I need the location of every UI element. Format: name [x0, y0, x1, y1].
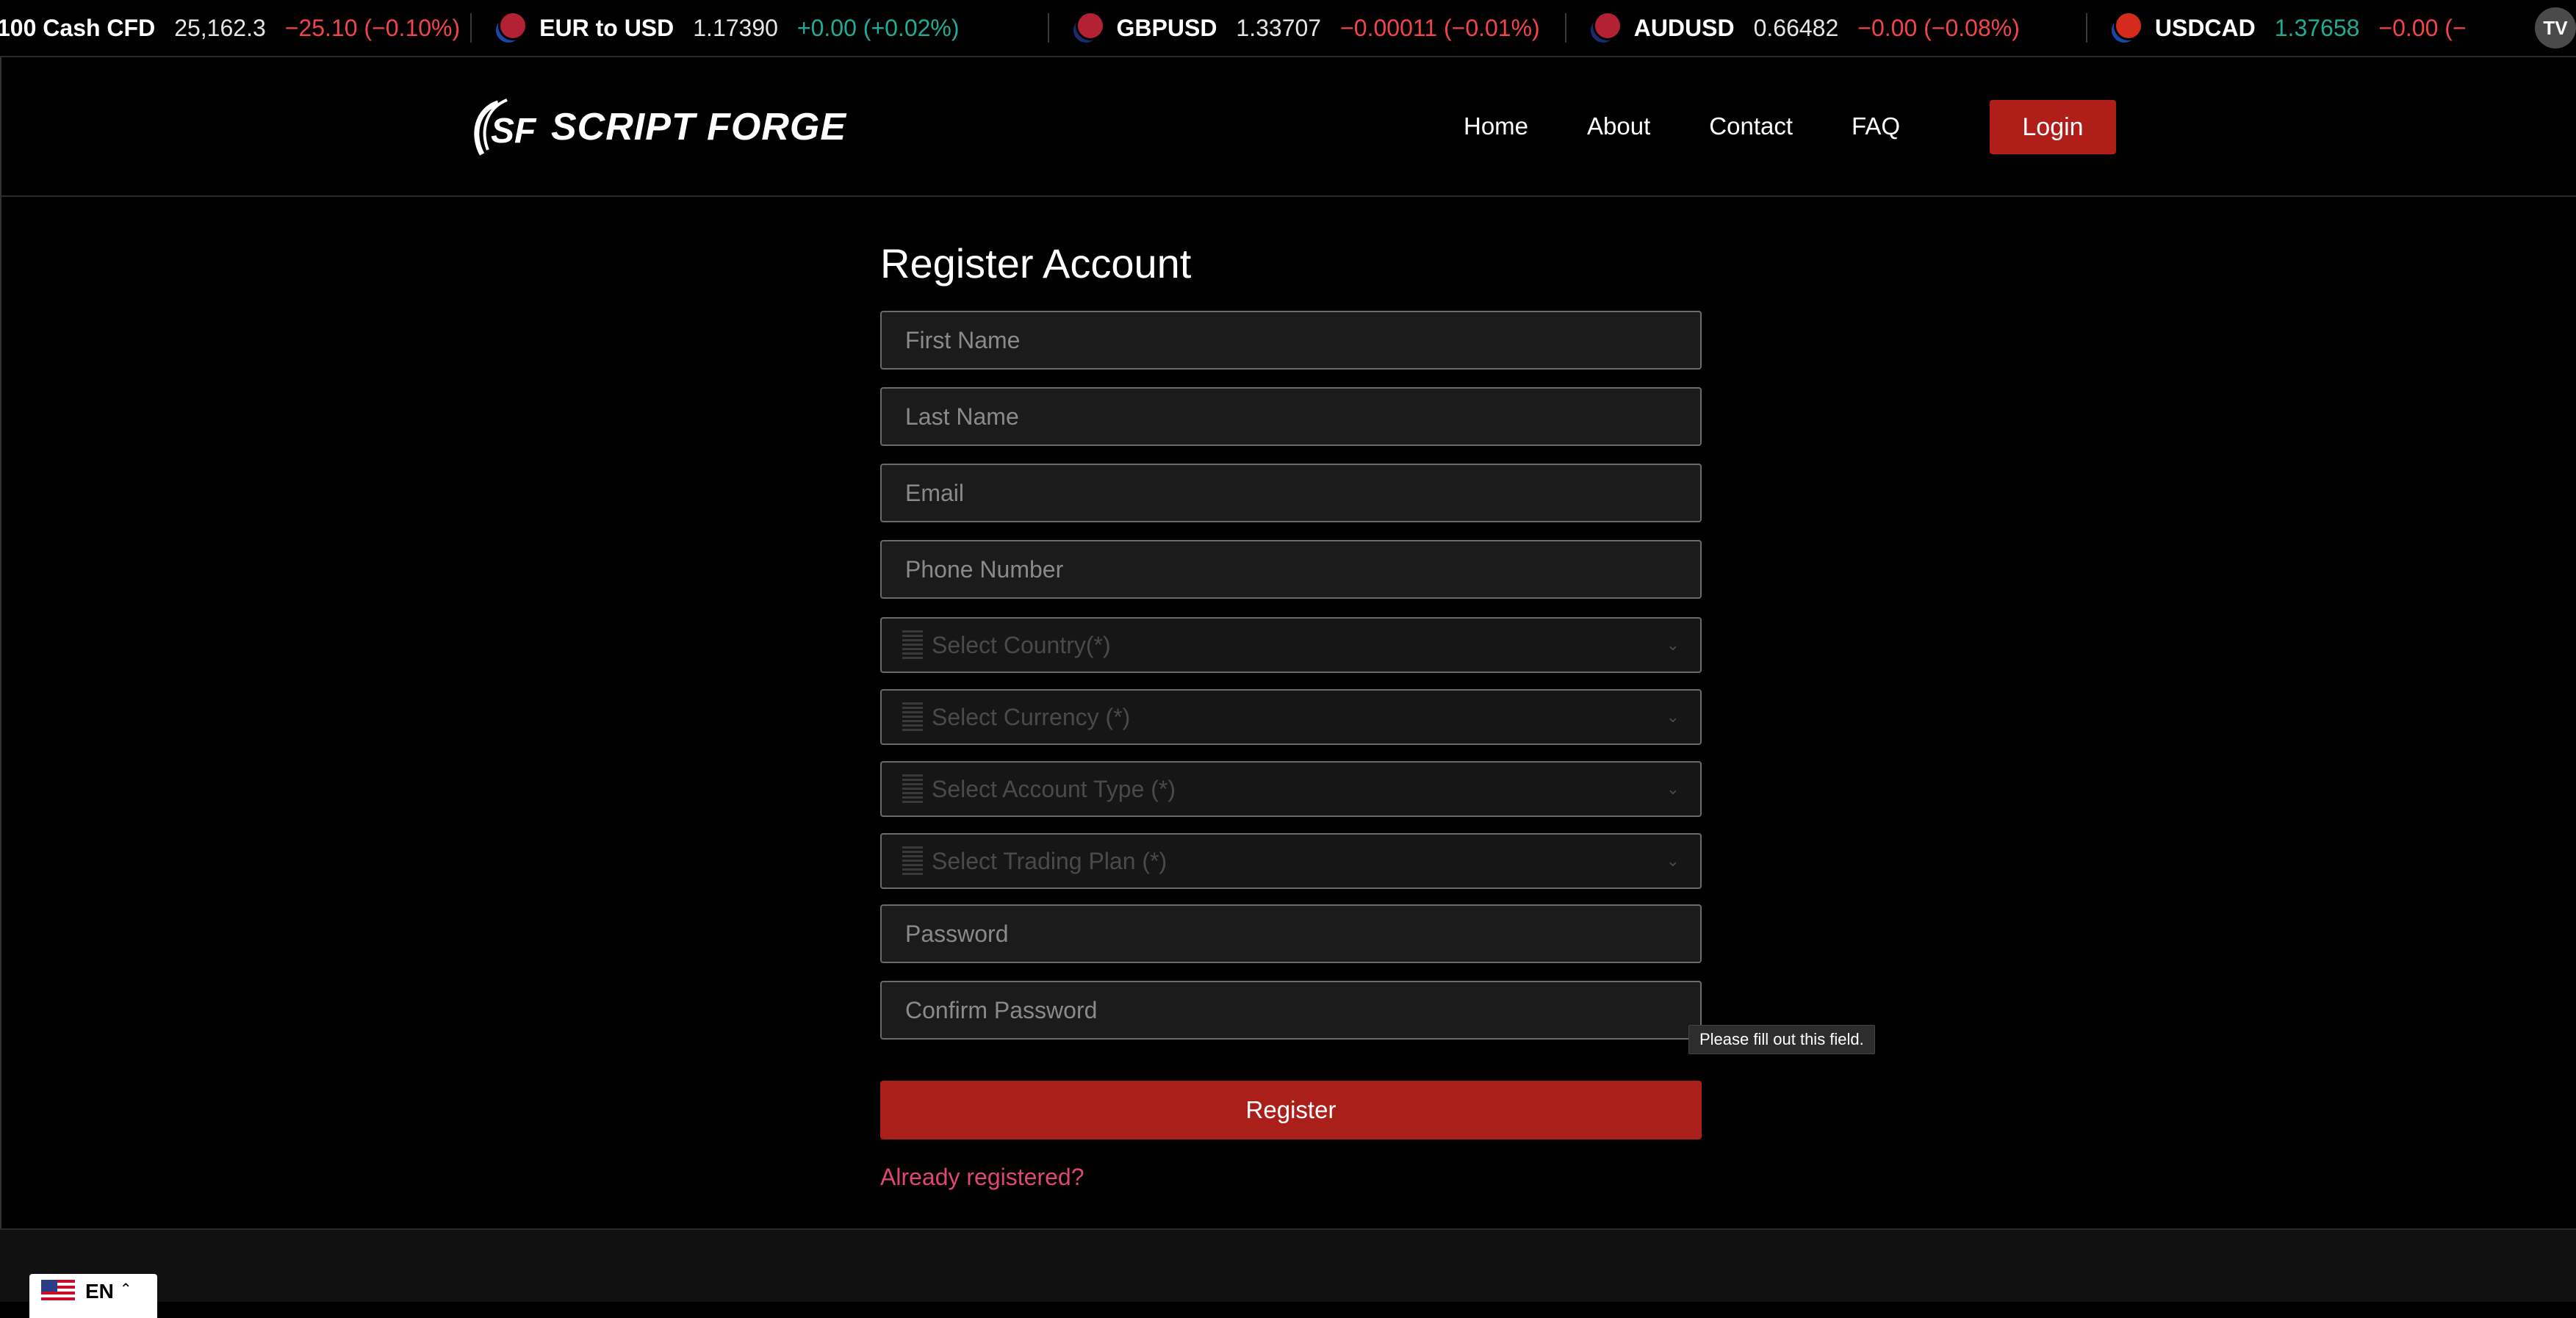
ticker-item[interactable]: GBPUSD 1.33707 −0.00011 (−0.01%)	[1071, 0, 1540, 56]
ticker-price: 1.17390	[693, 14, 778, 41]
ticker-item[interactable]: 100 Cash CFD 25,162.3 −25.10 (−0.10%)	[0, 0, 460, 56]
list-icon	[902, 630, 923, 660]
chevron-down-icon: ⌄	[1666, 779, 1680, 798]
account-type-select-label: Select Account Type (*)	[932, 775, 1176, 802]
ticker-divider	[2085, 13, 2087, 43]
ticker-change: −25.10 (−0.10%)	[284, 14, 461, 41]
ticker-divider	[470, 13, 472, 43]
trading-plan-select[interactable]: Select Trading Plan (*) ⌄	[880, 833, 1702, 889]
ticker-change: −0.00011 (−0.01%)	[1340, 14, 1540, 41]
list-icon	[902, 846, 923, 876]
validation-tooltip: Please fill out this field.	[1688, 1025, 1875, 1054]
ticker-symbol: EUR to USD	[539, 14, 674, 41]
register-button[interactable]: Register	[880, 1081, 1702, 1139]
login-button[interactable]: Login	[1990, 100, 2116, 154]
main-content: Register Account Select Country(*) ⌄ Sel…	[0, 197, 2576, 1228]
trading-plan-select-label: Select Trading Plan (*)	[932, 847, 1168, 874]
site-header: SF SCRIPT FORGE Home About Contact FAQ L…	[0, 57, 2576, 197]
ticker-price: 1.33707	[1236, 14, 1322, 41]
country-select[interactable]: Select Country(*) ⌄	[880, 617, 1702, 673]
ticker-price: 0.66482	[1753, 14, 1839, 41]
confirm-password-field[interactable]	[880, 981, 1702, 1040]
ticker-change: +0.00 (+0.02%)	[796, 14, 960, 41]
chevron-down-icon: ⌄	[1666, 851, 1680, 870]
ticker-change: −0.00 (−	[2378, 14, 2467, 41]
first-name-field[interactable]	[880, 311, 1702, 370]
page-title: Register Account	[880, 240, 1192, 287]
ticker-divider	[1047, 13, 1049, 43]
ticker-item[interactable]: USDCAD 1.37658 −0.00 (−	[2109, 0, 2467, 56]
logo-text: SCRIPT FORGE	[551, 106, 847, 148]
list-icon	[902, 774, 923, 804]
ticker-item[interactable]: EUR to USD 1.17390 +0.00 (+0.02%)	[494, 0, 960, 56]
ticker-symbol: 100 Cash CFD	[0, 14, 156, 41]
currency-select-label: Select Currency (*)	[932, 703, 1131, 730]
ticker-symbol: AUDUSD	[1633, 14, 1735, 41]
country-select-label: Select Country(*)	[932, 631, 1111, 658]
last-name-field[interactable]	[880, 387, 1702, 446]
flag-icon	[1588, 11, 1622, 45]
nav-about[interactable]: About	[1587, 112, 1650, 140]
account-type-select[interactable]: Select Account Type (*) ⌄	[880, 761, 1702, 817]
ticker-price: 1.37658	[2274, 14, 2360, 41]
ticker-item[interactable]: AUDUSD 0.66482 −0.00 (−0.08%)	[1588, 0, 2020, 56]
email-field[interactable]	[880, 464, 1702, 522]
site-footer: EN ⌃	[0, 1228, 2576, 1318]
already-registered-link[interactable]: Already registered?	[880, 1164, 1084, 1191]
ticker-symbol: GBPUSD	[1116, 14, 1217, 41]
language-label: EN	[85, 1280, 114, 1303]
svg-text:SF: SF	[491, 112, 537, 151]
ticker-change: −0.00 (−0.08%)	[1857, 14, 2020, 41]
ticker-price: 25,162.3	[174, 14, 266, 41]
chevron-down-icon: ⌄	[1666, 707, 1680, 726]
chevron-up-icon: ⌃	[119, 1281, 132, 1297]
ticker-symbol: USDCAD	[2154, 14, 2256, 41]
list-icon	[902, 702, 923, 732]
language-switcher[interactable]: EN ⌃	[29, 1274, 157, 1318]
flag-icon	[494, 11, 528, 45]
site-logo[interactable]: SF SCRIPT FORGE	[469, 94, 846, 160]
flag-icon	[1071, 11, 1105, 45]
currency-select[interactable]: Select Currency (*) ⌄	[880, 689, 1702, 745]
password-field[interactable]	[880, 904, 1702, 963]
ticker-divider	[1564, 13, 1566, 43]
main-nav: Home About Contact FAQ	[1464, 98, 1959, 154]
chevron-down-icon: ⌄	[1666, 635, 1680, 654]
nav-home[interactable]: Home	[1464, 112, 1528, 140]
nav-faq[interactable]: FAQ	[1852, 112, 1900, 140]
nav-contact[interactable]: Contact	[1709, 112, 1793, 140]
ticker-tape: 100 Cash CFD 25,162.3 −25.10 (−0.10%) EU…	[0, 0, 2576, 57]
us-flag-icon	[41, 1280, 75, 1302]
flag-icon	[2109, 11, 2143, 45]
logo-icon: SF	[474, 98, 537, 156]
tradingview-logo-icon[interactable]: TV	[2535, 7, 2576, 48]
phone-field[interactable]	[880, 540, 1702, 599]
